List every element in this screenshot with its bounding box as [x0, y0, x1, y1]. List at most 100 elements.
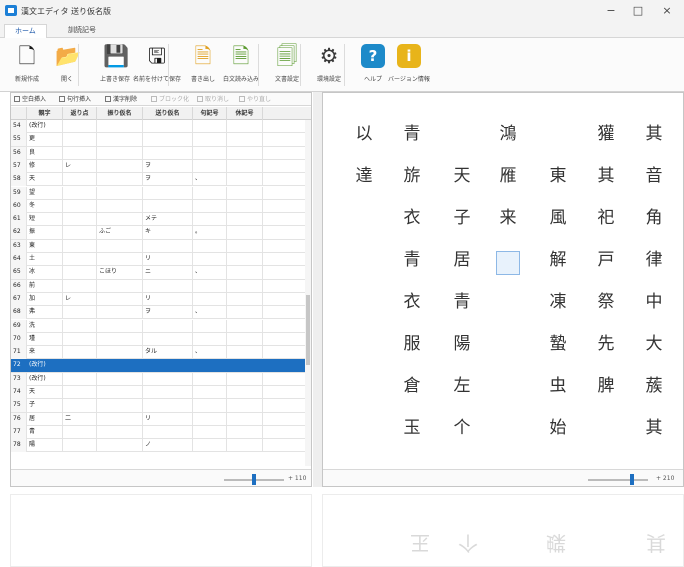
kanbun-char[interactable]: 衣 — [394, 292, 430, 312]
table-cell-no[interactable]: 66 — [11, 279, 27, 293]
table-cell-no[interactable]: 64 — [11, 253, 27, 266]
grid-tool-3[interactable]: ブロック化 — [151, 95, 189, 104]
table-cell-kuki[interactable] — [193, 133, 227, 147]
table-cell-no[interactable]: 77 — [11, 425, 27, 439]
table-cell-okuri[interactable]: ヲ — [143, 306, 193, 320]
table-cell-yasu[interactable] — [227, 332, 263, 346]
table-cell-okuri[interactable]: リ — [143, 412, 193, 426]
table-cell-furi[interactable] — [97, 439, 143, 453]
table-row[interactable]: 77 青 — [11, 425, 311, 440]
preview-zoom-thumb[interactable] — [630, 474, 634, 485]
table-cell-kanji[interactable]: 瑾 — [27, 332, 63, 346]
table-cell-kaeri[interactable] — [63, 173, 97, 187]
table-cell-kaeri[interactable] — [63, 425, 97, 439]
table-cell-furi[interactable] — [97, 399, 143, 413]
table-row[interactable]: 67 加レ リ — [11, 292, 311, 307]
kanbun-char[interactable]: 祀 — [588, 208, 624, 228]
table-cell-yasu[interactable] — [227, 239, 263, 253]
table-cell-yasu[interactable] — [227, 266, 263, 280]
table-cell-kaeri[interactable] — [63, 372, 97, 386]
table-cell-okuri[interactable]: キ — [143, 226, 193, 240]
table-cell-kanji[interactable]: 冬 — [27, 199, 63, 213]
kanbun-char[interactable]: 左 — [444, 376, 480, 396]
table-cell-kanji[interactable]: (改行) — [27, 120, 63, 133]
table-cell-kaeri[interactable] — [63, 239, 97, 253]
kanbun-char[interactable]: 天 — [444, 166, 480, 186]
table-cell-furi[interactable] — [97, 372, 143, 386]
table-cell-kanji[interactable]: 前 — [27, 279, 63, 293]
table-cell-kanji[interactable]: 良 — [27, 146, 63, 160]
table-cell-furi[interactable] — [97, 306, 143, 320]
table-cell-okuri[interactable]: リ — [143, 253, 193, 266]
table-row[interactable]: 60 冬 — [11, 199, 311, 214]
table-cell-kaeri[interactable] — [63, 319, 97, 333]
table-cell-kanji[interactable]: 子 — [27, 399, 63, 413]
kanbun-char[interactable]: 居 — [444, 250, 480, 270]
table-cell-okuri[interactable]: リ — [143, 292, 193, 306]
table-cell-kuki[interactable] — [193, 279, 227, 293]
table-cell-no[interactable]: 62 — [11, 226, 27, 240]
table-cell-furi[interactable] — [97, 199, 143, 213]
table-cell-okuri[interactable] — [143, 319, 193, 333]
table-cell-kanji[interactable]: 望 — [27, 186, 63, 200]
preview-zoom-track[interactable] — [588, 479, 648, 481]
table-cell-kanji[interactable]: 弗 — [27, 306, 63, 320]
table-cell-yasu[interactable] — [227, 226, 263, 240]
info-button[interactable]: i バージョン情報 — [386, 42, 432, 88]
table-cell-furi[interactable] — [97, 253, 143, 266]
scrollbar-thumb[interactable] — [306, 295, 310, 365]
table-cell-no[interactable]: 61 — [11, 213, 27, 227]
table-cell-yasu[interactable] — [227, 253, 263, 266]
table-cell-kuki[interactable]: 。 — [193, 226, 227, 240]
table-cell-okuri[interactable] — [143, 372, 193, 386]
grid-column-header[interactable] — [11, 107, 27, 120]
table-cell-kuki[interactable]: 、 — [193, 306, 227, 320]
table-cell-kuki[interactable] — [193, 399, 227, 413]
table-row[interactable]: 57 修レ ヲ — [11, 159, 311, 174]
kanbun-char[interactable]: 虫 — [540, 376, 576, 396]
kanbun-char[interactable]: 旂 — [394, 166, 430, 186]
grid-zoom-thumb[interactable] — [252, 474, 256, 485]
table-cell-yasu[interactable] — [227, 279, 263, 293]
table-cell-kuki[interactable]: 、 — [193, 173, 227, 187]
table-cell-yasu[interactable] — [227, 359, 263, 373]
table-cell-kaeri[interactable] — [63, 226, 97, 240]
grid-column-header[interactable]: 親字 — [27, 107, 63, 120]
table-cell-kanji[interactable]: 天 — [27, 173, 63, 187]
table-cell-kaeri[interactable] — [63, 266, 97, 280]
table-cell-no[interactable]: 59 — [11, 186, 27, 200]
kanbun-char[interactable]: 中 — [636, 292, 672, 312]
kanbun-char[interactable]: 青 — [394, 124, 430, 144]
table-row[interactable]: 64 土 リ — [11, 253, 311, 267]
table-cell-kanji[interactable]: 陽 — [27, 439, 63, 453]
table-cell-okuri[interactable]: ヲ — [143, 159, 193, 173]
table-cell-no[interactable]: 75 — [11, 399, 27, 413]
table-cell-furi[interactable] — [97, 292, 143, 306]
kanbun-char[interactable]: 其 — [588, 166, 624, 186]
table-cell-yasu[interactable] — [227, 146, 263, 160]
table-cell-okuri[interactable] — [143, 133, 193, 147]
table-cell-no[interactable]: 63 — [11, 239, 27, 253]
table-cell-okuri[interactable] — [143, 399, 193, 413]
kanbun-char[interactable]: 个 — [444, 418, 480, 438]
kanbun-char[interactable]: 倉 — [394, 376, 430, 396]
grid-tool-2[interactable]: 漢字削除 — [105, 95, 137, 104]
table-cell-kaeri[interactable] — [63, 386, 97, 399]
table-cell-okuri[interactable] — [143, 239, 193, 253]
table-cell-kanji[interactable]: 短 — [27, 213, 63, 227]
table-cell-yasu[interactable] — [227, 199, 263, 213]
table-row[interactable]: 69 洗 — [11, 319, 311, 333]
table-row[interactable]: 61 短 メテ — [11, 213, 311, 227]
table-row[interactable]: 54 (改行) — [11, 120, 311, 134]
table-row[interactable]: 59 望 — [11, 186, 311, 200]
table-row-selected[interactable]: 72 (改行) — [11, 359, 311, 373]
table-cell-furi[interactable] — [97, 173, 143, 187]
table-row[interactable]: 58 天 ヲ、 — [11, 173, 311, 187]
table-cell-kuki[interactable] — [193, 292, 227, 306]
grid-column-header[interactable]: 句記号 — [193, 107, 227, 120]
kanbun-char[interactable]: 脾 — [588, 376, 624, 396]
table-cell-yasu[interactable] — [227, 173, 263, 187]
table-cell-kaeri[interactable] — [63, 332, 97, 346]
table-cell-kuki[interactable] — [193, 239, 227, 253]
table-row[interactable]: 74 天 — [11, 386, 311, 400]
